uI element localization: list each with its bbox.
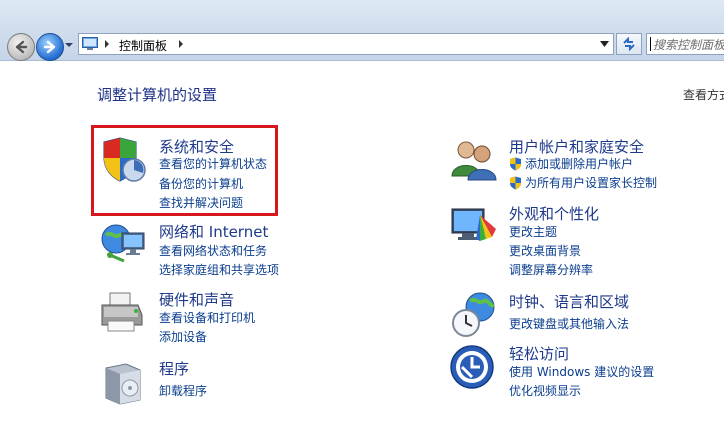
category-title[interactable]: 外观和个性化 — [509, 203, 599, 224]
back-button[interactable] — [7, 33, 35, 61]
link-label: 为所有用户设置家长控制 — [525, 176, 658, 190]
view-by-label[interactable]: 查看方式 — [683, 86, 724, 103]
page-title: 调整计算机的设置 — [97, 86, 218, 104]
users-icon[interactable] — [450, 136, 498, 184]
recent-pages-dropdown[interactable] — [64, 40, 74, 50]
link-windows-recommended-settings[interactable]: 使用 Windows 建议的设置 — [509, 363, 654, 380]
link-parental-controls[interactable]: 为所有用户设置家长控制 — [509, 174, 657, 191]
forward-button[interactable] — [36, 33, 64, 61]
link-network-status[interactable]: 查看网络状态和任务 — [159, 242, 267, 259]
search-placeholder: 搜索控制面板 — [653, 38, 724, 52]
address-bar[interactable]: 控制面板 — [78, 33, 614, 55]
category-title[interactable]: 用户帐户和家庭安全 — [509, 136, 644, 157]
text-caret — [650, 37, 651, 51]
link-devices-printers[interactable]: 查看设备和打印机 — [159, 309, 255, 326]
highlight-box — [91, 125, 278, 216]
clock-globe-icon[interactable] — [450, 291, 498, 339]
category-title[interactable]: 程序 — [159, 358, 189, 379]
search-input[interactable]: 搜索控制面板 — [646, 33, 724, 55]
link-homegroup-sharing[interactable]: 选择家庭组和共享选项 — [159, 261, 279, 278]
address-history-dropdown[interactable] — [600, 40, 609, 48]
breadcrumb-chevron-icon[interactable] — [177, 39, 185, 49]
control-panel-icon — [82, 37, 98, 50]
breadcrumb-control-panel[interactable]: 控制面板 — [119, 37, 167, 54]
link-change-theme[interactable]: 更改主题 — [509, 223, 557, 240]
link-add-device[interactable]: 添加设备 — [159, 328, 207, 345]
category-title[interactable]: 轻松访问 — [509, 343, 569, 364]
address-toolbar: 控制面板 搜索控制面板 — [0, 0, 724, 61]
link-uninstall-program[interactable]: 卸载程序 — [159, 382, 207, 399]
link-add-remove-accounts[interactable]: 添加或删除用户帐户 — [509, 155, 633, 172]
uac-shield-icon — [510, 176, 521, 189]
arrow-left-icon — [15, 40, 28, 54]
category-title[interactable]: 网络和 Internet — [159, 221, 268, 242]
personalization-monitor-icon[interactable] — [450, 203, 498, 251]
category-title[interactable]: 时钟、语言和区域 — [509, 291, 629, 312]
arrow-right-icon — [43, 40, 56, 54]
link-change-desktop-background[interactable]: 更改桌面背景 — [509, 242, 581, 259]
printer-icon[interactable] — [100, 289, 148, 337]
link-optimize-visual-display[interactable]: 优化视频显示 — [509, 382, 581, 399]
network-globe-icon[interactable] — [100, 221, 148, 269]
link-adjust-resolution[interactable]: 调整屏幕分辨率 — [509, 261, 593, 278]
uac-shield-icon — [510, 157, 521, 170]
breadcrumb-chevron-icon[interactable] — [103, 39, 111, 49]
refresh-button[interactable] — [616, 33, 642, 55]
link-label: 添加或删除用户帐户 — [525, 157, 634, 171]
link-change-input-method[interactable]: 更改键盘或其他输入法 — [509, 315, 629, 332]
ease-of-access-icon[interactable] — [450, 343, 498, 391]
category-title[interactable]: 硬件和声音 — [159, 289, 234, 310]
programs-box-icon[interactable] — [100, 358, 148, 406]
refresh-icon — [623, 37, 635, 51]
